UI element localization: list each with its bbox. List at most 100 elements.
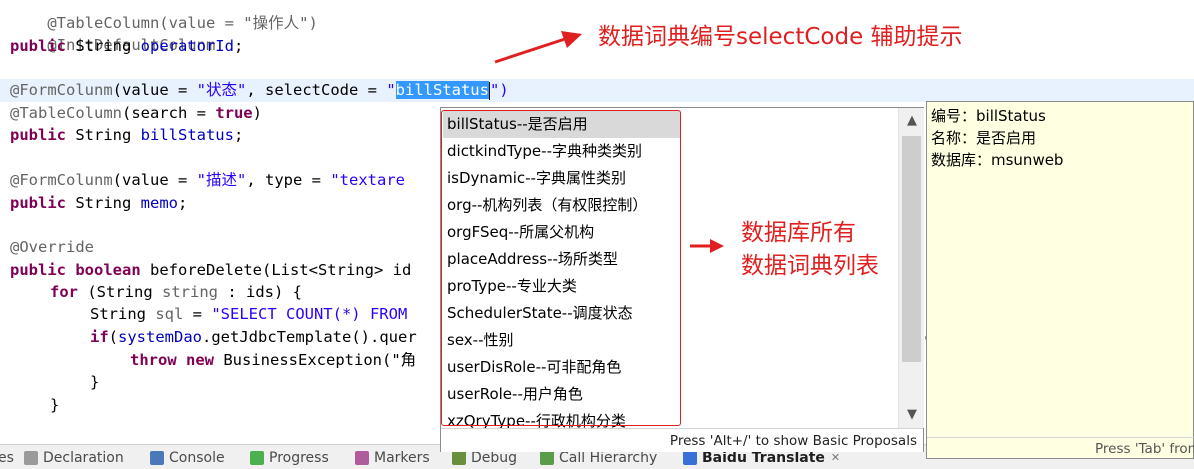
type-text: String — [66, 126, 141, 144]
code-line: @TableColumn(search = true) — [10, 102, 262, 124]
keyword-text: if — [90, 328, 109, 346]
selected-text[interactable]: billStatus — [395, 81, 489, 99]
proposal-scrollbar[interactable]: ▲ ▼ — [898, 108, 924, 428]
code-text: : ids) { — [218, 283, 302, 301]
proposal-detail-popup: 编号：billStatus 名称：是否启用 数据库：msunweb Press … — [926, 101, 1194, 459]
keyword-text: public — [10, 261, 66, 279]
code-text: (value = — [112, 81, 197, 99]
code-line: public String operatorId; — [10, 35, 243, 57]
code-line: @TableColumn(value = "操作人") — [10, 0, 317, 32]
declaration-icon — [24, 451, 38, 465]
proposal-item[interactable]: SchedulerState--调度状态 — [443, 300, 680, 327]
annotation-text: @FormColunm — [10, 171, 113, 189]
debug-icon — [452, 451, 466, 465]
proposal-item[interactable]: placeAddress--场所类型 — [443, 246, 680, 273]
annotation-right-label-1: 数据库所有 — [741, 220, 856, 246]
tab-declaration[interactable]: Declaration — [24, 448, 124, 468]
scroll-up-arrow-icon[interactable]: ▲ — [899, 110, 925, 132]
proposal-item[interactable]: org--机构列表（有权限控制） — [443, 192, 680, 219]
tab-markers[interactable]: Markers — [355, 448, 430, 468]
detail-name: 名称：是否启用 — [931, 129, 1037, 147]
type-text: String — [90, 305, 156, 323]
translate-icon — [683, 451, 697, 465]
code-line: public boolean beforeDelete(List<String>… — [10, 259, 411, 281]
code-text: (search = — [121, 104, 216, 122]
field-name: systemDao — [118, 328, 203, 346]
field-name: operatorId — [140, 37, 234, 55]
annotation-text: @Override — [10, 238, 94, 256]
code-line: for (String string : ids) { — [50, 281, 302, 303]
keyword-text: for — [50, 283, 78, 301]
brace: } — [50, 396, 60, 414]
proposal-item[interactable]: xzQryType--行政机构分类 — [443, 408, 680, 428]
annotation-text: @TableColumn — [10, 104, 122, 122]
brace: } — [90, 373, 100, 391]
tab-label: Console — [169, 450, 225, 466]
string-literal: "描述" — [196, 171, 247, 189]
string-quote: " — [386, 81, 396, 99]
proposal-item[interactable]: isDynamic--字典属性类别 — [443, 165, 680, 192]
keyword-text: boolean — [75, 261, 141, 279]
code-text: (String — [78, 283, 162, 301]
keyword-text: public — [10, 194, 66, 212]
proposal-item[interactable]: sex--性别 — [443, 327, 680, 354]
code-line: @FormColunm(value = "描述", type = "textar… — [10, 169, 405, 191]
tab-label: Progress — [269, 450, 329, 466]
scroll-down-arrow-icon[interactable]: ▼ — [899, 404, 925, 426]
code-line: throw new BusinessException("角 — [130, 349, 416, 371]
keyword-text: public — [10, 126, 66, 144]
tab-label: es — [0, 450, 14, 466]
proposal-item[interactable]: billStatus--是否启用 — [443, 111, 680, 138]
string-literal: "状态" — [196, 81, 247, 99]
punctuation: ) — [252, 104, 262, 122]
keyword-text: throw — [130, 351, 177, 369]
punctuation: ; — [233, 37, 244, 55]
code-line: } — [50, 394, 59, 416]
detail-status-text: Press 'Tab' from — [927, 437, 1194, 460]
proposal-item[interactable]: proType--专业大类 — [443, 273, 680, 300]
tab-console[interactable]: Console — [150, 448, 225, 468]
code-line-current: @FormColunm(value = "状态", selectCode = "… — [10, 79, 509, 101]
proposal-item[interactable]: userDisRole--可非配角色 — [443, 354, 680, 381]
local-variable: string — [162, 283, 218, 301]
code-text: ( — [108, 328, 119, 346]
code-text: (value = — [112, 171, 197, 189]
string-literal-end: ") — [489, 81, 509, 99]
annotation-text: @FormColunm — [10, 81, 113, 99]
proposal-item[interactable]: orgFSeq--所属父机构 — [443, 219, 680, 246]
code-line: public String billStatus; — [10, 124, 243, 146]
keyword-text: public — [10, 37, 66, 55]
tab-progress[interactable]: Progress — [250, 448, 329, 468]
code-line: if(systemDao.getJdbcTemplate().quer — [90, 326, 417, 348]
local-variable: sql — [155, 305, 184, 323]
field-name: memo — [140, 194, 178, 212]
code-text: beforeDelete(List<String> id — [140, 261, 412, 279]
code-text: , selectCode = — [246, 81, 387, 99]
code-line: @InitDefaultColunm — [10, 12, 215, 54]
tab-partial[interactable]: es — [0, 448, 14, 468]
markers-icon — [355, 451, 369, 465]
code-line: public String memo; — [10, 192, 187, 214]
code-text: .getJdbcTemplate().quer — [202, 328, 417, 346]
hierarchy-icon — [540, 451, 554, 465]
field-name: billStatus — [140, 126, 234, 144]
proposal-item[interactable]: dictkindType--字典种类类别 — [443, 138, 680, 165]
code-text: = — [183, 305, 212, 323]
code-line: } — [90, 371, 99, 393]
proposal-item[interactable]: userRole--用户角色 — [443, 381, 680, 408]
assist-status-text[interactable]: Press 'Alt+/' to show Basic Proposals — [441, 428, 923, 452]
string-literal: "textare — [330, 171, 405, 189]
annotation-right-label-2: 数据词典列表 — [741, 253, 879, 279]
type-text: String — [66, 194, 141, 212]
scrollbar-thumb[interactable] — [902, 136, 921, 362]
detail-code: 编号：billStatus — [931, 107, 1046, 125]
console-icon — [150, 451, 164, 465]
progress-icon — [250, 451, 264, 465]
code-text: BusinessException("角 — [214, 351, 417, 369]
code-line: String sql = "SELECT COUNT(*) FROM — [90, 303, 417, 325]
annotation-top-label: 数据词典编号selectCode 辅助提示 — [598, 24, 963, 50]
keyword-text: new — [186, 351, 215, 369]
punctuation: ; — [233, 126, 244, 144]
code-line: @Override — [10, 236, 94, 258]
